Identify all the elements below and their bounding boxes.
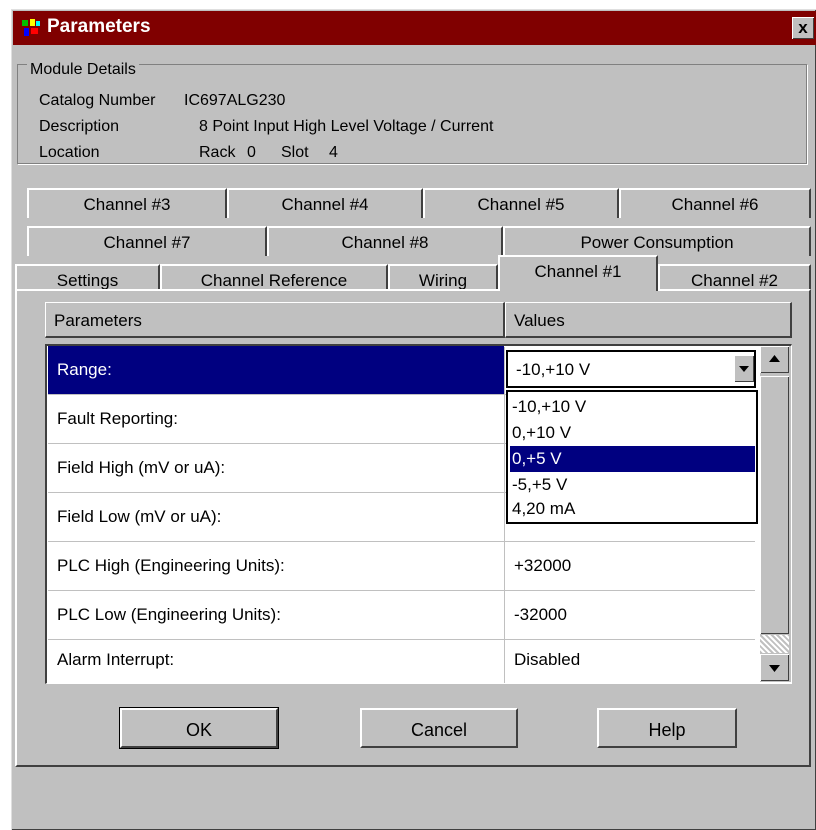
rack-value: 0 <box>247 144 256 161</box>
description-value: 8 Point Input High Level Voltage / Curre… <box>199 118 494 135</box>
chevron-down-icon <box>739 366 749 372</box>
module-details-label: Module Details <box>27 61 139 79</box>
tab-channel-3[interactable]: Channel #3 <box>27 188 227 218</box>
tab-channel-1[interactable]: Channel #1 <box>498 255 658 291</box>
close-icon: x <box>798 18 808 37</box>
tab-channel-7[interactable]: Channel #7 <box>27 226 267 256</box>
chevron-down-icon <box>769 665 780 672</box>
value-alarm-interrupt[interactable]: Disabled <box>505 636 755 684</box>
window-title: Parameters <box>47 16 151 37</box>
cancel-button[interactable]: Cancel <box>360 708 518 748</box>
range-option-highlighted[interactable]: 0,+5 V <box>510 446 755 472</box>
module-details-group <box>17 64 807 164</box>
range-option[interactable]: -5,+5 V <box>510 472 755 498</box>
chevron-up-icon <box>769 355 780 362</box>
grid-scrollbar[interactable] <box>760 346 791 682</box>
param-field-high[interactable]: Field High (mV or uA): <box>48 444 504 492</box>
tab-channel-5[interactable]: Channel #5 <box>423 188 619 218</box>
help-button[interactable]: Help <box>597 708 737 748</box>
value-plc-low[interactable]: -32000 <box>505 591 755 639</box>
tab-channel-8[interactable]: Channel #8 <box>267 226 503 256</box>
range-dropdown-list: -10,+10 V 0,+10 V 0,+5 V -5,+5 V 4,20 mA <box>506 390 758 524</box>
param-field-low[interactable]: Field Low (mV or uA): <box>48 493 504 541</box>
ok-button[interactable]: OK <box>119 707 279 749</box>
scroll-up-button[interactable] <box>760 346 789 373</box>
scroll-down-button[interactable] <box>760 654 789 681</box>
param-alarm-interrupt[interactable]: Alarm Interrupt: <box>48 636 504 684</box>
close-button[interactable]: x <box>792 17 814 39</box>
scroll-track[interactable] <box>760 635 789 653</box>
location-label: Location <box>39 144 100 161</box>
title-bar[interactable]: Parameters <box>13 11 816 45</box>
description-label: Description <box>39 118 120 135</box>
param-plc-low[interactable]: PLC Low (Engineering Units): <box>48 591 504 639</box>
parameters-header: Parameters <box>45 302 505 338</box>
tab-power-consumption[interactable]: Power Consumption <box>503 226 811 256</box>
slot-label: Slot <box>281 144 309 161</box>
catalog-value: IC697ALG230 <box>184 92 286 109</box>
rack-label: Rack <box>199 144 236 161</box>
values-header: Values <box>505 302 792 338</box>
slot-value: 4 <box>329 144 338 161</box>
range-option[interactable]: -10,+10 V <box>510 394 755 420</box>
range-combo[interactable]: -10,+10 V <box>506 350 756 388</box>
tab-channel-4[interactable]: Channel #4 <box>227 188 423 218</box>
app-icon <box>21 18 41 38</box>
range-option[interactable]: 4,20 mA <box>510 496 755 522</box>
range-option[interactable]: 0,+10 V <box>510 420 755 446</box>
param-plc-high[interactable]: PLC High (Engineering Units): <box>48 542 504 590</box>
catalog-label: Catalog Number <box>39 92 156 109</box>
tab-channel-6[interactable]: Channel #6 <box>619 188 811 218</box>
value-plc-high[interactable]: +32000 <box>505 542 755 590</box>
scroll-thumb[interactable] <box>760 376 789 634</box>
param-range[interactable]: Range: <box>48 346 504 394</box>
param-fault-reporting[interactable]: Fault Reporting: <box>48 395 504 443</box>
range-combo-value: -10,+10 V <box>516 360 591 379</box>
combo-dropdown-button[interactable] <box>734 355 754 382</box>
